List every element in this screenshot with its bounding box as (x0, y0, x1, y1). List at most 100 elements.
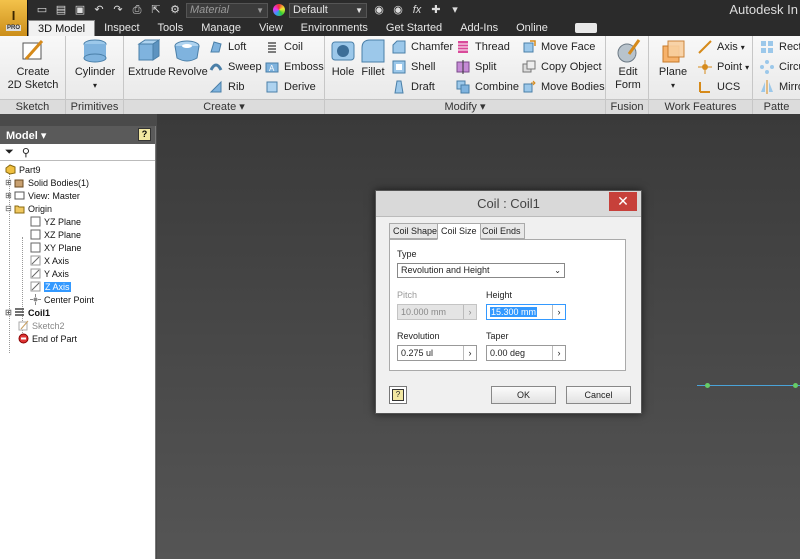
help-button[interactable]: ? (389, 386, 407, 404)
undo-icon[interactable]: ↶ (92, 4, 106, 16)
tree-item-yz-plane[interactable]: YZ Plane (30, 215, 81, 228)
tab-environments[interactable]: Environments (292, 20, 377, 36)
save-icon[interactable]: ▣ (73, 4, 87, 16)
print-icon[interactable]: ⎙ (130, 4, 144, 16)
tree-item-origin[interactable]: ⊟ Origin (5, 202, 52, 215)
tab-add-ins[interactable]: Add-Ins (451, 20, 507, 36)
revolution-input[interactable]: 0.275 ul › (397, 345, 477, 361)
chevron-down-icon: ▾ (670, 81, 675, 90)
modify-panel-label[interactable]: Modify ▾ (325, 99, 605, 114)
revolve-button[interactable]: Revolve (168, 38, 208, 79)
height-input[interactable]: 15.300 mm › (486, 304, 566, 320)
folder-icon (14, 203, 25, 214)
tree-item-x-axis[interactable]: X Axis (30, 254, 69, 267)
tab-online[interactable]: Online (507, 20, 557, 36)
revolution-label: Revolution (397, 331, 440, 341)
tree-item-z-axis[interactable]: Z Axis (30, 280, 71, 293)
point-button[interactable]: Point ▾ (697, 58, 749, 76)
add-icon[interactable]: ✚ (429, 4, 443, 16)
combine-button[interactable]: Combine (455, 78, 519, 96)
browser-model-dropdown[interactable]: Model ▾ (6, 129, 46, 142)
update-icon[interactable]: ⚙ (168, 4, 182, 16)
new-file-icon[interactable]: ▭ (35, 4, 49, 16)
application-menu-button[interactable]: I PRO (0, 0, 28, 38)
chevron-right-icon[interactable]: › (552, 305, 565, 319)
tab-get-started[interactable]: Get Started (377, 20, 451, 36)
ucs-button[interactable]: UCS (697, 78, 740, 96)
coil-button[interactable]: Coil (264, 38, 303, 56)
shell-button[interactable]: Shell (391, 58, 435, 76)
return-icon[interactable]: ⇱ (149, 4, 163, 16)
circular-pattern-button[interactable]: Circu (759, 58, 800, 76)
expand-plus-icon[interactable]: ⊞ (5, 178, 14, 187)
taper-input[interactable]: 0.00 deg › (486, 345, 566, 361)
expand-plus-icon[interactable]: ⊞ (5, 308, 14, 317)
tree-item-end-of-part[interactable]: End of Part (18, 332, 77, 345)
hole-button[interactable]: Hole (328, 38, 358, 79)
tree-item-y-axis[interactable]: Y Axis (30, 267, 69, 280)
tab-3d-model[interactable]: 3D Model (28, 20, 96, 36)
dialog-title-bar[interactable]: Coil : Coil1 ✕ (376, 191, 641, 217)
draft-button[interactable]: Draft (391, 78, 435, 96)
sketch-panel-label: Sketch (0, 99, 65, 114)
tab-coil-size[interactable]: Coil Size (437, 223, 481, 240)
type-select[interactable]: Revolution and Height ⌄ (397, 263, 565, 278)
tree-item-center-point[interactable]: Center Point (30, 293, 94, 306)
tree-item-view-master[interactable]: ⊞ View: Master (5, 189, 80, 202)
help-icon[interactable]: ? (138, 128, 151, 141)
create-2d-sketch-button[interactable]: Create 2D Sketch (6, 38, 60, 92)
sweep-button[interactable]: Sweep (208, 58, 262, 76)
chevron-right-icon[interactable]: › (552, 346, 565, 360)
cylinder-button[interactable]: Cylinder ▾ (72, 38, 118, 92)
qat-dropdown-icon[interactable]: ▾ (448, 4, 462, 16)
tab-inspect[interactable]: Inspect (95, 20, 148, 36)
tab-tools[interactable]: Tools (149, 20, 193, 36)
chevron-right-icon[interactable]: › (463, 346, 476, 360)
cancel-button[interactable]: Cancel (566, 386, 631, 404)
create-panel-label[interactable]: Create ▾ (124, 99, 324, 114)
ok-button[interactable]: OK (491, 386, 556, 404)
move-face-button[interactable]: Move Face (521, 38, 595, 56)
open-folder-icon[interactable]: ▤ (54, 4, 68, 16)
parameters-fx-icon[interactable]: fx (410, 4, 424, 16)
tree-item-part[interactable]: Part9 (5, 163, 41, 176)
ribbon-display-toggle[interactable] (574, 23, 597, 33)
expand-plus-icon[interactable]: ⊞ (5, 191, 14, 200)
measure-angle-icon[interactable]: ◉ (391, 4, 405, 16)
edit-form-button[interactable]: Edit Form (609, 38, 647, 92)
chamfer-button[interactable]: Chamfer (391, 38, 453, 56)
tab-coil-ends[interactable]: Coil Ends (478, 223, 525, 239)
measure-icon[interactable]: ◉ (372, 4, 386, 16)
emboss-button[interactable]: A Emboss (264, 58, 324, 76)
split-button[interactable]: Split (455, 58, 496, 76)
material-combo[interactable]: Material ▼ (186, 2, 268, 18)
tab-manage[interactable]: Manage (192, 20, 250, 36)
close-button[interactable]: ✕ (609, 192, 637, 211)
tree-item-xz-plane[interactable]: XZ Plane (30, 228, 81, 241)
draft-icon (391, 79, 407, 95)
appearance-combo[interactable]: Default ▼ (289, 2, 367, 18)
extrude-button[interactable]: Extrude (128, 38, 166, 79)
derive-button[interactable]: Derive (264, 78, 316, 96)
fillet-button[interactable]: Fillet (358, 38, 388, 79)
tree-item-sketch[interactable]: Sketch2 (18, 319, 65, 332)
tab-view[interactable]: View (250, 20, 292, 36)
tree-item-xy-plane[interactable]: XY Plane (30, 241, 81, 254)
mirror-button[interactable]: Mirro (759, 78, 800, 96)
collapse-minus-icon[interactable]: ⊟ (5, 204, 14, 213)
move-bodies-button[interactable]: Move Bodies (521, 78, 605, 96)
rib-button[interactable]: Rib (208, 78, 245, 96)
filter-icon[interactable]: ⏷ (5, 146, 14, 159)
tree-item-coil[interactable]: ⊞ Coil1 (5, 306, 50, 319)
split-icon (455, 59, 471, 75)
tree-item-solid-bodies[interactable]: ⊞ Solid Bodies(1) (5, 176, 89, 189)
plane-button[interactable]: Plane ▾ (654, 38, 692, 92)
loft-button[interactable]: Loft (208, 38, 246, 56)
tab-coil-shape[interactable]: Coil Shape (389, 223, 442, 239)
thread-button[interactable]: Thread (455, 38, 510, 56)
axis-button[interactable]: Axis ▾ (697, 38, 745, 56)
find-binoculars-icon[interactable]: ⚲ (22, 146, 30, 159)
redo-icon[interactable]: ↷ (111, 4, 125, 16)
copy-object-button[interactable]: Copy Object (521, 58, 602, 76)
rectangular-pattern-button[interactable]: Recta (759, 38, 800, 56)
